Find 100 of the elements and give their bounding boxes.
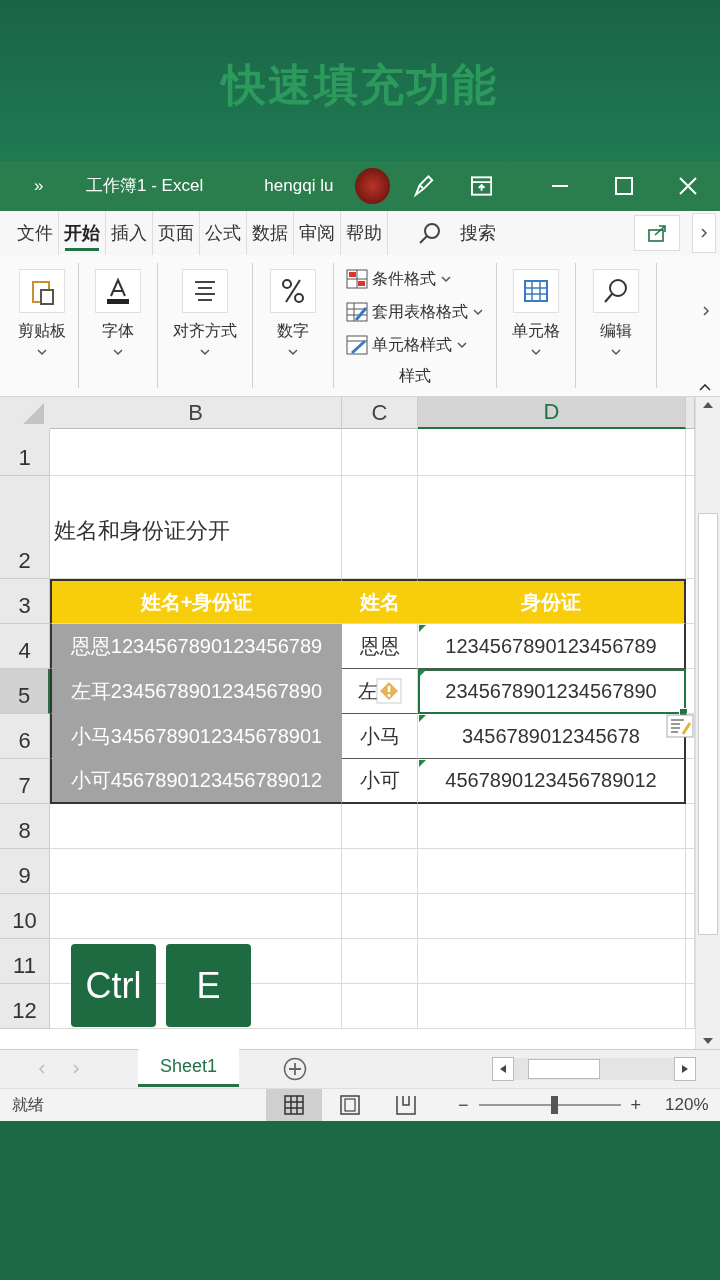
chevron-down-icon[interactable] bbox=[456, 341, 468, 350]
sheet-tab[interactable]: Sheet1 bbox=[138, 1049, 240, 1088]
cell-text: 恩恩1234567890123456789 bbox=[70, 633, 323, 659]
chevron-down-icon[interactable] bbox=[36, 347, 48, 356]
ribbon-button[interactable] bbox=[95, 268, 141, 313]
cell-text: 3456789012345678 bbox=[462, 724, 640, 748]
group-label[interactable]: 单元格 bbox=[512, 320, 560, 342]
chevron-down-icon[interactable] bbox=[199, 347, 211, 356]
ribbon-tab[interactable]: 插入 bbox=[106, 210, 153, 255]
cell-text: 姓名 bbox=[359, 589, 400, 615]
group-label[interactable]: 编辑 bbox=[600, 320, 632, 342]
ribbon-tab[interactable]: 公式 bbox=[200, 210, 247, 255]
cell-text: 小马3456789012345678901 bbox=[70, 723, 323, 749]
cell-text: 1234567890123456789 bbox=[445, 634, 657, 658]
row-header[interactable]: 2 bbox=[0, 476, 50, 580]
column-header[interactable]: C bbox=[342, 397, 418, 430]
scroll-up-icon[interactable] bbox=[702, 401, 714, 410]
ribbon-tab[interactable]: 数据 bbox=[247, 210, 294, 255]
cell-text: 小可 bbox=[359, 768, 400, 794]
conditional-format-icon[interactable] bbox=[346, 269, 368, 290]
zoom-slider-thumb[interactable] bbox=[550, 1096, 558, 1114]
horizontal-scrollbar[interactable] bbox=[492, 1057, 696, 1082]
keyboard-key: E bbox=[166, 944, 251, 1028]
grid-icon bbox=[284, 1095, 304, 1115]
chevron-down-icon[interactable] bbox=[472, 308, 484, 317]
ribbon-button[interactable] bbox=[182, 268, 228, 313]
flash-fill-options-icon[interactable] bbox=[666, 714, 694, 739]
scroll-right-icon[interactable] bbox=[681, 1064, 689, 1075]
scroll-down-icon[interactable] bbox=[702, 1037, 714, 1046]
normal-view-button[interactable] bbox=[266, 1089, 322, 1121]
cell-text: 小马 bbox=[359, 723, 400, 749]
overflow-button[interactable]: » bbox=[34, 175, 87, 196]
chevron-down-icon[interactable] bbox=[287, 347, 299, 356]
zoom-in-button[interactable]: + bbox=[626, 1094, 646, 1116]
share-button[interactable] bbox=[634, 214, 680, 251]
scroll-left-icon[interactable] bbox=[499, 1064, 507, 1075]
group-label: 样式 bbox=[398, 365, 432, 386]
cell-text: 小可4567890123456789012 bbox=[70, 768, 323, 794]
chevron-down-icon[interactable] bbox=[530, 347, 542, 356]
row-header[interactable]: 5 bbox=[0, 669, 50, 715]
group-label[interactable]: 剪贴板 bbox=[18, 320, 66, 342]
zoom-level[interactable]: 120% bbox=[665, 1095, 709, 1115]
column-header[interactable]: D bbox=[418, 397, 686, 430]
ribbon-tab[interactable]: 文件 bbox=[12, 210, 59, 255]
table-format-icon[interactable] bbox=[346, 302, 368, 323]
ribbon-tab[interactable]: 开始 bbox=[59, 210, 106, 255]
maximize-icon[interactable] bbox=[615, 176, 633, 195]
chevron-down-icon[interactable] bbox=[610, 347, 622, 356]
row-header[interactable]: 11 bbox=[0, 939, 50, 985]
chevron-right-icon bbox=[700, 226, 708, 239]
row-header[interactable]: 8 bbox=[0, 804, 50, 850]
share-icon bbox=[647, 223, 667, 242]
cell-text: 左 bbox=[357, 678, 378, 704]
sheet-note: 姓名和身份证分开 bbox=[54, 517, 230, 546]
cell-text: 姓名+身份证 bbox=[140, 589, 253, 615]
keyboard-key: Ctrl bbox=[71, 944, 156, 1028]
collapse-ribbon-icon[interactable] bbox=[698, 383, 712, 393]
ribbon-display-icon[interactable] bbox=[470, 175, 492, 196]
ribbon-button[interactable] bbox=[19, 268, 65, 313]
ribbon-tab[interactable]: 审阅 bbox=[294, 210, 341, 255]
row-header[interactable]: 6 bbox=[0, 714, 50, 760]
ribbon-tab[interactable]: 页面 bbox=[153, 210, 200, 255]
column-header[interactable]: B bbox=[50, 397, 342, 430]
chevron-down-icon[interactable] bbox=[112, 347, 124, 356]
window-title: 工作簿1 - Excel bbox=[86, 175, 205, 198]
search-label[interactable]: 搜索 bbox=[460, 220, 496, 245]
row-header[interactable]: 4 bbox=[0, 624, 50, 670]
row-header[interactable]: 7 bbox=[0, 759, 50, 805]
row-header[interactable]: 10 bbox=[0, 894, 50, 940]
row-header[interactable]: 9 bbox=[0, 849, 50, 895]
group-label[interactable]: 对齐方式 bbox=[173, 320, 237, 342]
ribbon-button[interactable] bbox=[270, 268, 316, 313]
user-name[interactable]: hengqi lu bbox=[264, 175, 355, 196]
ribbon-menu-item[interactable]: 套用表格格式 bbox=[372, 301, 468, 323]
cell-text: 恩恩 bbox=[359, 633, 400, 659]
close-icon[interactable] bbox=[679, 176, 697, 195]
page-layout-icon bbox=[340, 1095, 360, 1115]
ribbon-button[interactable] bbox=[593, 268, 639, 313]
chevron-right-icon[interactable] bbox=[702, 304, 710, 317]
row-header[interactable]: 1 bbox=[0, 429, 50, 477]
pen-icon[interactable] bbox=[411, 172, 435, 199]
search-icon[interactable] bbox=[418, 220, 442, 245]
vertical-scrollbar[interactable] bbox=[695, 397, 720, 1050]
cell-style-icon[interactable] bbox=[346, 335, 368, 356]
cell-text: 2345678901234567890 bbox=[445, 679, 657, 703]
add-sheet-icon[interactable] bbox=[283, 1057, 308, 1082]
chevron-down-icon[interactable] bbox=[440, 275, 452, 284]
cell-text: 4567890123456789012 bbox=[445, 769, 657, 793]
ribbon-menu-item[interactable]: 单元格样式 bbox=[372, 334, 452, 356]
row-header[interactable]: 3 bbox=[0, 579, 50, 625]
cell-text: 左耳2345678901234567890 bbox=[70, 678, 323, 704]
ribbon-tab[interactable]: 帮助 bbox=[341, 210, 388, 255]
ribbon-menu-item[interactable]: 条件格式 bbox=[372, 268, 436, 290]
group-label[interactable]: 字体 bbox=[102, 320, 134, 342]
page-break-icon bbox=[396, 1095, 416, 1115]
cell-text: 身份证 bbox=[521, 589, 581, 615]
status-text: 就绪 bbox=[12, 1094, 45, 1115]
row-header[interactable]: 12 bbox=[0, 984, 50, 1030]
zoom-out-button[interactable]: − bbox=[454, 1094, 473, 1116]
group-label[interactable]: 数字 bbox=[277, 320, 309, 342]
